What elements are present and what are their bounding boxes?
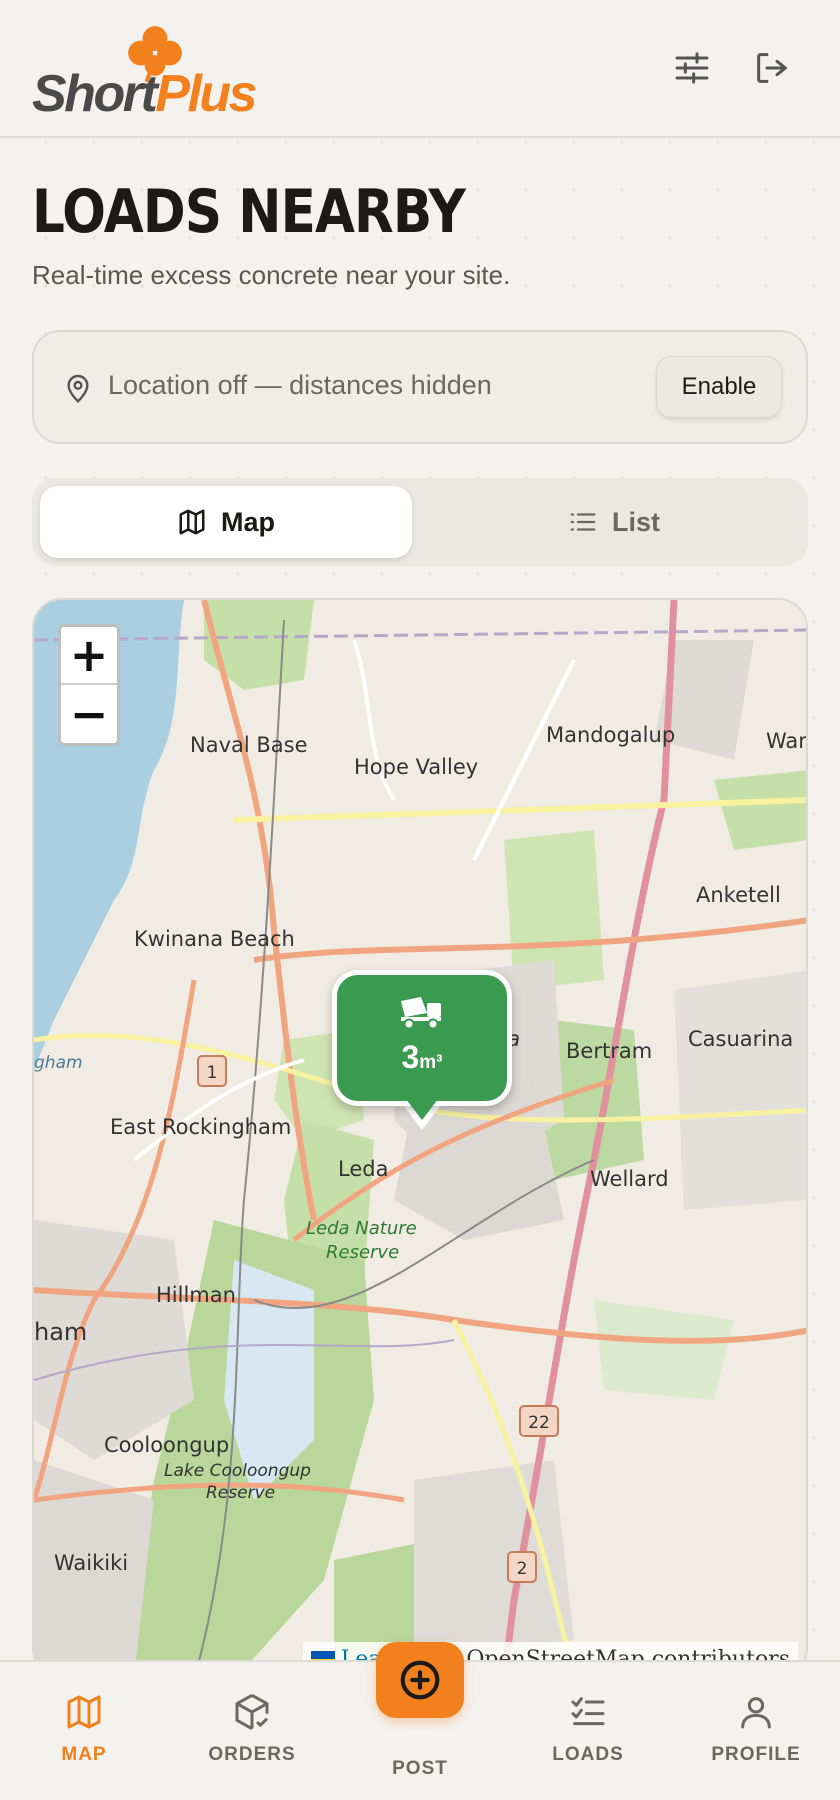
concrete-mixer-icon	[401, 997, 441, 1029]
nav-label-post: POST	[392, 1758, 448, 1779]
map-label-gham: gham	[34, 1053, 83, 1073]
marker-pointer-inner	[402, 1094, 442, 1120]
map-label-ham: ham	[34, 1318, 87, 1346]
app-header: ShortPlus	[0, 0, 840, 138]
zoom-control: + −	[58, 624, 120, 746]
nav-label-profile: PROFILE	[711, 1744, 801, 1765]
page-subtitle: Real-time excess concrete near your site…	[32, 260, 511, 290]
map-label-casuarina: Casuarina	[688, 1027, 793, 1051]
nav-item-orders[interactable]: ORDERS	[182, 1692, 322, 1766]
route-1-label: 1	[207, 1063, 218, 1083]
map-tiles[interactable]: 1 22 2 Naval Base Hope Valley Mandogalup…	[34, 600, 808, 1678]
map-label-cooloongup: Cooloongup	[104, 1433, 229, 1457]
location-status-text: Location off — distances hidden	[108, 370, 492, 400]
map-label-bertram: Bertram	[566, 1039, 652, 1063]
plus-circle-icon	[400, 1660, 440, 1700]
map-label-wellard: Wellard	[590, 1167, 669, 1191]
sliders-icon	[675, 52, 709, 84]
page-title: LOADS NEARBY	[32, 177, 466, 247]
marker-volume-number: 3	[401, 1039, 420, 1075]
map-view-label: Map	[221, 506, 275, 537]
logo-wordmark: ShortPlus	[32, 64, 258, 124]
bottom-nav: MAP ORDERS POST LOADS PROFILE	[0, 1642, 840, 1800]
map-label-war: War	[766, 729, 807, 753]
list-view-label: List	[611, 506, 660, 537]
zoom-in-button[interactable]: +	[61, 627, 117, 685]
checklist-icon	[571, 1697, 605, 1726]
post-button[interactable]	[376, 1642, 464, 1718]
nav-label-orders: ORDERS	[208, 1744, 296, 1765]
map-label-leda-nature: Leda Nature	[306, 1218, 417, 1239]
map-label-hope-valley: Hope Valley	[354, 755, 478, 779]
filter-button[interactable]	[664, 40, 720, 96]
nav-item-map[interactable]: MAP	[14, 1692, 154, 1766]
map-pin-icon	[67, 374, 89, 403]
user-icon	[741, 1697, 771, 1729]
map-label-hillman: Hillman	[156, 1283, 236, 1307]
map-icon	[179, 509, 205, 535]
map-label-naval-base: Naval Base	[190, 733, 308, 757]
map-label-waikiki: Waikiki	[54, 1551, 128, 1575]
map-label-anketell: Anketell	[696, 883, 781, 907]
location-status-bar: Location off — distances hidden Enable	[32, 330, 808, 444]
nav-item-profile[interactable]: PROFILE	[686, 1692, 826, 1766]
enable-location-button[interactable]: Enable	[656, 356, 782, 418]
logout-icon	[757, 53, 787, 83]
marker-volume: 3m³	[337, 1039, 507, 1076]
load-marker[interactable]: 3m³	[332, 970, 512, 1106]
marker-volume-unit: m³	[419, 1052, 443, 1073]
nav-item-loads[interactable]: LOADS	[518, 1692, 658, 1766]
map-label-east-rockingham: East Rockingham	[110, 1115, 291, 1139]
map-icon	[67, 1695, 101, 1729]
logo-word-short: Short	[32, 65, 158, 123]
nav-label-map: MAP	[61, 1744, 107, 1765]
loads-map[interactable]: 1 22 2 Naval Base Hope Valley Mandogalup…	[32, 598, 808, 1678]
list-icon	[570, 513, 596, 531]
map-label-leda: Leda	[338, 1157, 388, 1181]
shortplus-logo[interactable]: ShortPlus	[32, 22, 262, 123]
logout-button[interactable]	[744, 40, 800, 96]
logo-word-plus: Plus	[155, 65, 257, 123]
map-view-button[interactable]: Map	[40, 486, 412, 558]
view-toggle: Map List	[32, 478, 808, 566]
route-2-label: 2	[517, 1559, 528, 1579]
map-label-mandogalup: Mandogalup	[546, 723, 675, 747]
nav-label-loads: LOADS	[552, 1744, 624, 1765]
route-22-label: 22	[528, 1413, 550, 1433]
map-label-reserve-2: Reserve	[206, 1483, 275, 1503]
zoom-out-button[interactable]: −	[61, 685, 117, 743]
list-view-button[interactable]: List	[428, 486, 800, 558]
map-label-reserve: Reserve	[326, 1242, 399, 1263]
box-check-icon	[235, 1694, 269, 1730]
map-label-lake-cooloongup: Lake Cooloongup	[164, 1461, 311, 1481]
map-label-kwinana-beach: Kwinana Beach	[134, 927, 295, 951]
